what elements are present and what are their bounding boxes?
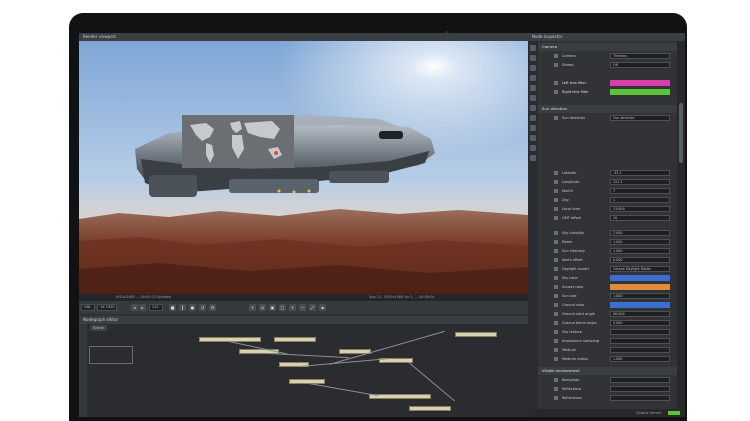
node-icon[interactable] bbox=[530, 145, 536, 151]
property-row[interactable]: Sky color bbox=[538, 274, 677, 282]
node-icon[interactable] bbox=[530, 65, 536, 71]
graph-node[interactable] bbox=[274, 337, 316, 342]
node-icon[interactable] bbox=[530, 75, 536, 81]
property-row[interactable]: Medium radius 1.000 bbox=[538, 355, 677, 363]
node-icon[interactable] bbox=[530, 105, 536, 111]
region-icon[interactable]: □ bbox=[279, 304, 286, 311]
reset-icon[interactable]: ↺ bbox=[199, 304, 206, 311]
sun-location-marker bbox=[274, 151, 278, 155]
camera-icon[interactable]: ▣ bbox=[269, 304, 276, 311]
property-row[interactable]: Right lens filter bbox=[538, 88, 677, 96]
node-icon[interactable] bbox=[530, 85, 536, 91]
node-icon[interactable] bbox=[530, 135, 536, 141]
property-row[interactable]: Sky texture bbox=[538, 328, 677, 336]
graph-node[interactable] bbox=[289, 379, 325, 384]
zoom-in-icon[interactable]: + bbox=[289, 304, 296, 311]
server-label: Octane Server bbox=[636, 411, 662, 415]
server-status-indicator bbox=[668, 411, 680, 415]
play-icon[interactable]: ▸ bbox=[139, 304, 146, 311]
property-row[interactable]: Sky turbidity 2.000 bbox=[538, 229, 677, 237]
focus-icon[interactable]: ◎ bbox=[259, 304, 266, 311]
property-row[interactable]: Stereo Off bbox=[538, 61, 677, 69]
nodegraph-canvas[interactable]: Scene bbox=[79, 324, 528, 417]
render-status-bar: 1920x1080 ... 00:00:23 Window Spp 12, 19… bbox=[79, 294, 528, 301]
property-row[interactable]: Local time 13.000 bbox=[538, 205, 677, 213]
scrollbar-thumb[interactable] bbox=[679, 103, 683, 163]
render-viewport-title: Render viewport bbox=[79, 33, 528, 41]
node-icon[interactable] bbox=[530, 115, 536, 121]
graph-node[interactable] bbox=[409, 406, 451, 411]
render-icon[interactable]: ● bbox=[189, 304, 196, 311]
mode-field[interactable]: GRL bbox=[81, 304, 95, 311]
node-inspector: Camera Camera Thinlens Stereo Off Left len… bbox=[538, 41, 677, 417]
inspector-scrollbar[interactable] bbox=[677, 41, 685, 417]
property-row[interactable]: Sun size 1.000 bbox=[538, 292, 677, 300]
property-row[interactable]: GMT offset 10 bbox=[538, 214, 677, 222]
fit-icon[interactable]: ⤢ bbox=[309, 304, 316, 311]
step-back-icon[interactable]: ◂ bbox=[131, 304, 138, 311]
status-right: Spp 12, 1920x1080 Hz 2, ... 00:00:04 bbox=[369, 295, 435, 299]
graph-wire bbox=[308, 383, 378, 397]
render-viewport[interactable] bbox=[79, 41, 528, 294]
property-row[interactable]: Backplate bbox=[538, 376, 677, 384]
property-row[interactable]: Medium bbox=[538, 346, 677, 354]
property-row[interactable]: Power 1.000 bbox=[538, 238, 677, 246]
stop-icon[interactable]: ■ bbox=[169, 304, 176, 311]
lock-icon[interactable]: ▪ bbox=[319, 304, 326, 311]
property-row[interactable]: Latitude -33.1 bbox=[538, 169, 677, 177]
property-row[interactable]: Sun direction Sun direction bbox=[538, 114, 677, 122]
server-status: Octane Server bbox=[528, 409, 685, 417]
section-environment[interactable]: Visible environment bbox=[538, 367, 677, 375]
app-window: Render viewport 1920x1080 ... 00:00:23 W… bbox=[79, 33, 685, 417]
property-row[interactable]: Longitude 151.2 bbox=[538, 178, 677, 186]
graph-node[interactable] bbox=[455, 332, 497, 337]
node-inspector-title: Node inspector bbox=[528, 33, 685, 41]
zoom-out-icon[interactable]: − bbox=[299, 304, 306, 311]
property-row[interactable]: Daylight model Octane Daylight Model bbox=[538, 265, 677, 273]
node-icon[interactable] bbox=[530, 45, 536, 51]
graph-wire bbox=[268, 353, 349, 359]
status-left: 1920x1080 ... 00:00:23 Window bbox=[115, 295, 172, 299]
pick-icon[interactable]: + bbox=[249, 304, 256, 311]
node-icon[interactable] bbox=[530, 125, 536, 131]
property-row[interactable]: North offset 0.000 bbox=[538, 256, 677, 264]
sun-location-map[interactable] bbox=[182, 115, 294, 168]
render-image bbox=[79, 41, 528, 294]
nodegraph-minimap[interactable] bbox=[89, 346, 133, 364]
property-row[interactable]: Day 1 bbox=[538, 196, 677, 204]
property-row[interactable]: Ground start angle 90.000 bbox=[538, 310, 677, 318]
property-row[interactable]: Ground blend angle 5.000 bbox=[538, 319, 677, 327]
property-row[interactable]: Ground color bbox=[538, 301, 677, 309]
node-icon[interactable] bbox=[530, 55, 536, 61]
settings-icon[interactable]: ⚙ bbox=[209, 304, 216, 311]
nodegraph-title: Nodegraph editor bbox=[79, 316, 528, 324]
section-sun[interactable]: Sun direction bbox=[538, 105, 677, 113]
render-toolbar: GRL 1X 1920 210 ◂ ▸ ■ ‖ ● ↺ ⚙ + ◎ ▣ □ + … bbox=[79, 301, 528, 314]
property-row[interactable]: Left lens filter bbox=[538, 79, 677, 87]
world-map bbox=[182, 115, 294, 168]
zoom-field[interactable]: 1X 1920 bbox=[97, 304, 117, 311]
nodegraph-toolbar bbox=[79, 324, 87, 417]
section-camera[interactable]: Camera bbox=[538, 43, 677, 51]
property-row[interactable]: Camera Thinlens bbox=[538, 52, 677, 60]
node-icon[interactable] bbox=[530, 155, 536, 161]
property-row[interactable]: Sun intensity 1.000 bbox=[538, 247, 677, 255]
property-row[interactable]: Sunset color bbox=[538, 283, 677, 291]
node-icon[interactable] bbox=[530, 95, 536, 101]
tab-scene[interactable]: Scene bbox=[90, 325, 107, 331]
property-row[interactable]: Reflections bbox=[538, 385, 677, 393]
frame-field[interactable]: 210 bbox=[149, 304, 163, 311]
property-row[interactable]: Refractions bbox=[538, 394, 677, 402]
graph-node[interactable] bbox=[369, 394, 431, 399]
property-row[interactable]: Month 7 bbox=[538, 187, 677, 195]
property-row[interactable]: Importance sampling bbox=[538, 337, 677, 345]
pause-icon[interactable]: ‖ bbox=[179, 304, 186, 311]
